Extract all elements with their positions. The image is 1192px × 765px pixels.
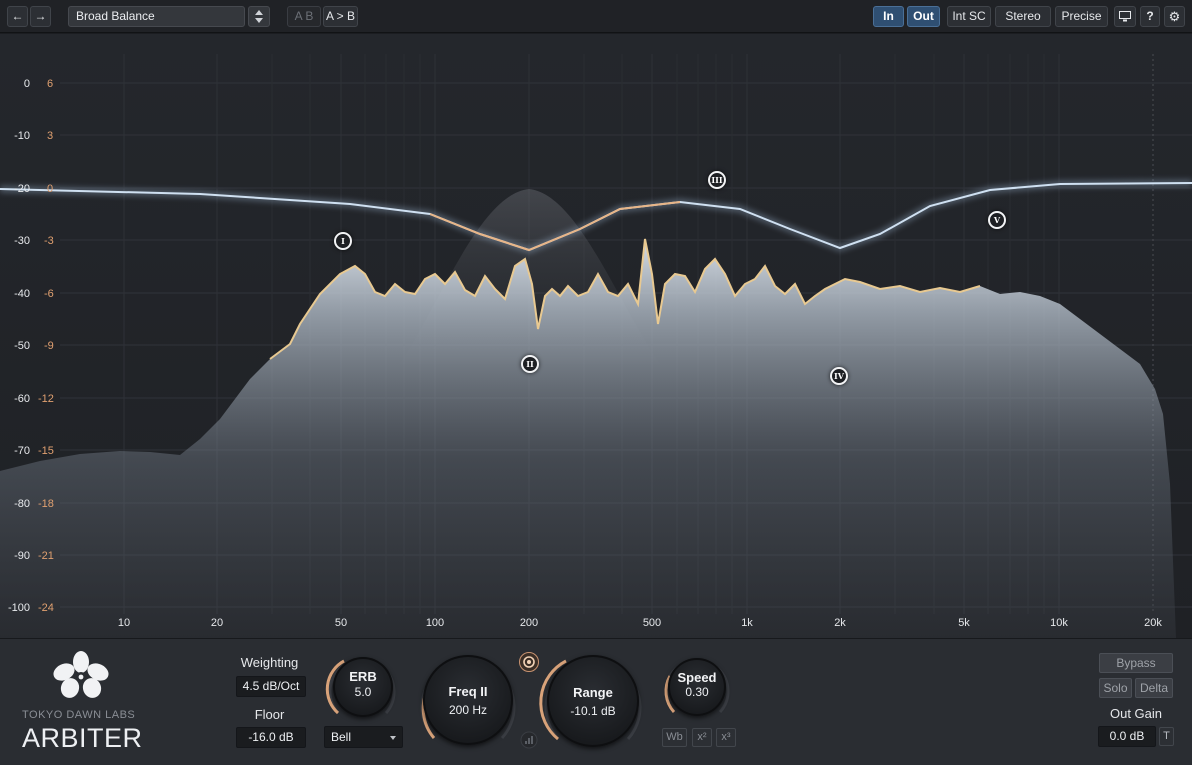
gain-label: -21 [38,550,54,562]
freq-knob[interactable]: Freq II 200 Hz [423,655,513,745]
band-marker-iv[interactable]: IV [830,367,848,385]
speed-label: Speed [677,670,717,685]
spectrum-fill [0,239,1176,638]
in-meter-button[interactable]: In [873,6,904,27]
preset-name-field[interactable]: Broad Balance [68,6,245,27]
db-label: 0 [23,78,30,90]
freq-label: 20 [210,617,224,629]
monitor-icon [1119,11,1131,22]
ab-toggle-button[interactable]: A B [287,6,321,27]
band-marker-iii[interactable]: III [708,171,726,189]
undo-button[interactable]: ← [7,6,28,27]
bypass-button[interactable]: Bypass [1099,653,1173,673]
band-meter-button[interactable] [519,731,539,749]
erb-knob[interactable]: ERB 5.0 [333,657,393,717]
filter-shape-select[interactable]: Bell [324,726,403,748]
preset-up-icon[interactable] [255,10,263,15]
erb-value: 5.0 [354,685,372,699]
settings-button[interactable]: ⚙ [1164,6,1185,27]
band-solo-target-button[interactable] [519,652,539,672]
band-marker-i[interactable]: I [334,232,352,250]
gain-label: -6 [44,288,54,300]
redo-button[interactable]: → [30,6,51,27]
freq-label: 1k [741,617,753,629]
out-gain-value-field[interactable]: 0.0 dB [1098,726,1156,747]
freq-label: Freq II [448,684,488,699]
flower-logo-icon [53,651,109,698]
db-label: -30 [14,235,30,247]
db-label: -40 [14,288,30,300]
x2-button[interactable]: x² [692,728,712,747]
gain-label: 3 [47,130,54,142]
spectrum-graph [0,54,1192,638]
db-label: -80 [14,498,30,510]
int-sc-button[interactable]: Int SC [947,6,991,27]
weighting-value-field[interactable]: 4.5 dB/Oct [236,676,306,697]
range-value: -10.1 dB [570,704,616,718]
db-label: -50 [14,340,30,352]
out-gain-label: Out Gain [1109,706,1163,721]
freq-label: 5k [958,617,970,629]
gain-label: -12 [38,393,54,405]
db-label: -100 [7,602,30,614]
ab-copy-button[interactable]: A > B [323,6,358,27]
filter-shape-value: Bell [331,730,352,744]
precise-button[interactable]: Precise [1055,6,1108,27]
freq-label: 200 [519,617,539,629]
band-marker-v[interactable]: V [988,211,1006,229]
gain-label: -24 [38,602,54,614]
freq-label: 100 [425,617,445,629]
arrow-left-icon: ← [11,9,24,23]
x3-button[interactable]: x³ [716,728,736,747]
gain-label: -9 [44,340,54,352]
weighting-label: Weighting [240,655,299,670]
preset-stepper[interactable] [248,6,270,27]
monitor-button[interactable] [1114,6,1136,27]
gain-label: 0 [47,183,54,195]
floor-value-field[interactable]: -16.0 dB [236,727,306,748]
wb-button[interactable]: Wb [662,728,687,747]
gain-label: -3 [44,235,54,247]
freq-label: 500 [642,617,662,629]
range-label: Range [573,685,613,700]
brand-name: TOKYO DAWN LABS [22,709,136,721]
freq-label: 20k [1144,617,1162,629]
freq-label: 50 [334,617,348,629]
product-name: ARBITER [22,723,143,753]
gain-label: -18 [38,498,54,510]
erb-label: ERB [349,669,377,684]
target-icon [523,656,535,668]
arrow-right-icon: → [34,9,47,23]
preset-down-icon[interactable] [255,18,263,23]
speed-knob[interactable]: Speed 0.30 [668,658,726,716]
band-marker-ii[interactable]: II [521,355,539,373]
freq-value: 200 Hz [448,703,488,717]
gear-icon: ⚙ [1168,9,1181,24]
spectrum-display[interactable]: 0 -10 -20 -30 -40 -50 -60 -70 -80 -90 -1… [0,34,1192,638]
speed-value: 0.30 [685,685,709,699]
toolbar: ← → Broad Balance A B A > B In Out Int S… [0,0,1192,33]
gain-label: -15 [38,445,54,457]
freq-label: 2k [834,617,846,629]
db-label: -10 [14,130,30,142]
solo-button[interactable]: Solo [1099,678,1132,698]
gain-label: 6 [47,78,54,90]
out-meter-button[interactable]: Out [907,6,940,27]
db-label: -90 [14,550,30,562]
range-knob[interactable]: Range -10.1 dB [547,655,639,747]
delta-button[interactable]: Delta [1135,678,1173,698]
freq-label: 10 [117,617,131,629]
db-label: -70 [14,445,30,457]
freq-label: 10k [1050,617,1068,629]
floor-label: Floor [254,707,285,722]
stereo-button[interactable]: Stereo [995,6,1051,27]
bar-meter-icon [520,731,538,749]
db-label: -20 [14,183,30,195]
chevron-down-icon [390,736,396,740]
trim-button[interactable]: T [1159,727,1174,746]
help-button[interactable]: ? [1140,6,1160,27]
db-label: -60 [14,393,30,405]
